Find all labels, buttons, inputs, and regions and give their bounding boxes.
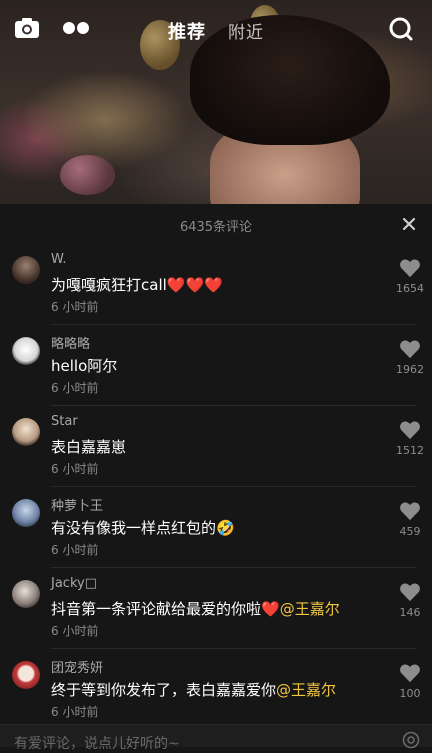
heart-icon	[400, 340, 420, 359]
comment-username[interactable]: 略略略	[51, 333, 90, 352]
search-icon[interactable]	[388, 16, 414, 42]
at-icon[interactable]	[402, 731, 420, 749]
avatar[interactable]	[12, 418, 40, 446]
avatar[interactable]	[12, 256, 40, 284]
comment-emoji: ❤️	[261, 600, 280, 618]
heart-icon	[400, 583, 420, 602]
comment-text: 为嘎嘎疯狂打call❤️❤️❤️	[51, 274, 223, 295]
heart-icon	[400, 502, 420, 521]
comment-username[interactable]: 种萝卜王	[51, 495, 103, 514]
comment-mention[interactable]: @王嘉尔	[280, 600, 340, 618]
tab-nearby[interactable]: 附近	[228, 18, 264, 43]
balloon-decoration	[60, 155, 115, 195]
dots-icon[interactable]	[62, 17, 90, 39]
comment-item[interactable]: W. 为嘎嘎疯狂打call❤️❤️❤️ 6 小时前 1654	[0, 244, 432, 325]
comment-input[interactable]: 有爱评论，说点儿好听的~	[14, 733, 180, 753]
comment-text: 抖音第一条评论献给最爱的你啦❤️@王嘉尔	[51, 598, 340, 619]
comment-item[interactable]: Jacky□ 抖音第一条评论献给最爱的你啦❤️@王嘉尔 6 小时前 146	[0, 568, 432, 649]
comment-item[interactable]: 略略略 hello阿尔 6 小时前 1962	[0, 325, 432, 406]
comment-username[interactable]: W.	[51, 252, 67, 267]
comment-time: 6 小时前	[51, 381, 99, 395]
comment-mention[interactable]: @王嘉尔	[276, 681, 336, 699]
like-button[interactable]: 146	[396, 582, 424, 632]
avatar[interactable]	[12, 661, 40, 689]
like-count: 459	[399, 525, 421, 538]
comment-item[interactable]: 团宠秀妍 终于等到你发布了，表白嘉嘉爱你@王嘉尔 6 小时前 100	[0, 649, 432, 730]
comment-input-bar[interactable]: 有爱评论，说点儿好听的~	[0, 724, 432, 752]
comment-text-body: 抖音第一条评论献给最爱的你啦	[51, 600, 262, 618]
comment-item[interactable]: Star 表白嘉嘉崽 6 小时前 1512	[0, 406, 432, 487]
comment-emoji: ❤️❤️❤️	[166, 276, 223, 294]
like-count: 1512	[396, 444, 424, 457]
like-button[interactable]: 1512	[396, 420, 424, 470]
heart-icon	[400, 259, 420, 278]
comment-text: 表白嘉嘉崽	[51, 438, 127, 456]
top-bar: 推荐 附近	[0, 0, 432, 60]
avatar[interactable]	[12, 337, 40, 365]
comment-panel-header: 6435条评论	[0, 204, 432, 244]
comment-text: hello阿尔	[51, 357, 118, 375]
comment-text-body: 终于等到你发布了，表白嘉嘉爱你	[51, 681, 277, 699]
tab-recommend[interactable]: 推荐	[168, 18, 206, 44]
comment-panel: 6435条评论 W. 为嘎嘎疯狂打call❤️❤️❤️ 6 小时前 1654 略…	[0, 204, 432, 746]
like-count: 100	[399, 687, 421, 700]
like-button[interactable]: 1962	[396, 339, 424, 389]
like-count: 1654	[396, 282, 424, 295]
comment-text: 有没有像我一样点红包的🤣	[51, 517, 235, 538]
camera-icon[interactable]	[14, 17, 40, 39]
comment-time: 6 小时前	[51, 462, 99, 476]
comment-time: 6 小时前	[51, 624, 99, 638]
avatar[interactable]	[12, 580, 40, 608]
like-button[interactable]: 459	[396, 501, 424, 551]
comment-emoji: 🤣	[216, 519, 235, 537]
comment-time: 6 小时前	[51, 300, 99, 314]
like-button[interactable]: 100	[396, 663, 424, 713]
close-icon[interactable]	[402, 216, 416, 231]
comment-time: 6 小时前	[51, 705, 99, 719]
like-count: 146	[399, 606, 421, 619]
comment-count: 6435条评论	[179, 220, 253, 235]
comment-time: 6 小时前	[51, 543, 99, 557]
heart-icon	[400, 664, 420, 683]
comment-item[interactable]: 种萝卜王 有没有像我一样点红包的🤣 6 小时前 459	[0, 487, 432, 568]
comment-username[interactable]: Jacky□	[51, 576, 97, 591]
avatar[interactable]	[12, 499, 40, 527]
comment-text: 终于等到你发布了，表白嘉嘉爱你@王嘉尔	[51, 679, 336, 700]
heart-icon	[400, 421, 420, 440]
like-count: 1962	[396, 363, 424, 376]
comment-text-body: 为嘎嘎疯狂打call	[51, 276, 167, 294]
comment-username[interactable]: Star	[51, 414, 78, 429]
comment-text-body: 有没有像我一样点红包的	[51, 519, 217, 537]
comment-username[interactable]: 团宠秀妍	[51, 657, 103, 676]
like-button[interactable]: 1654	[396, 258, 424, 308]
